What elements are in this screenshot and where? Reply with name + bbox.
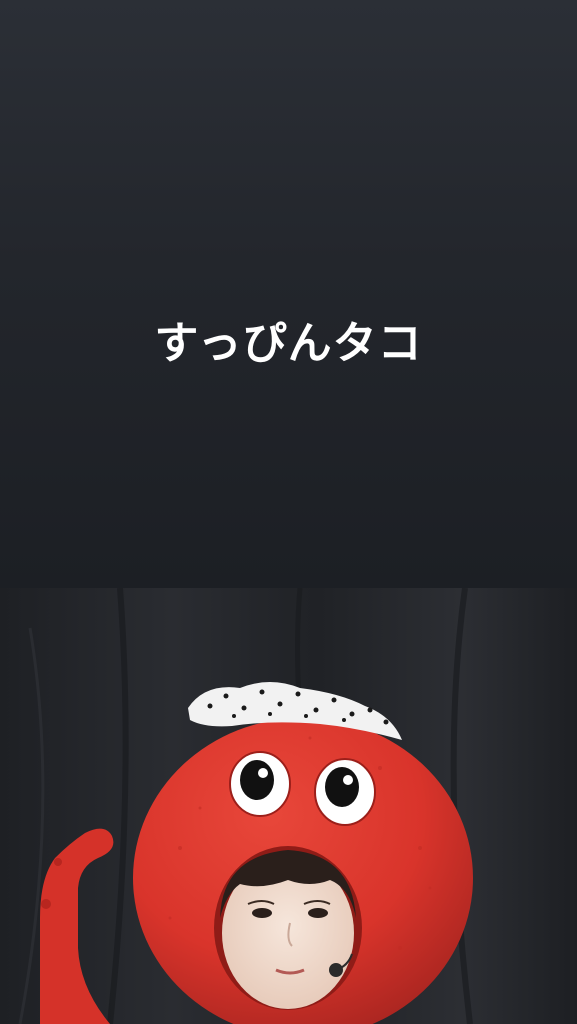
tentacle-sucker [54, 858, 62, 866]
tentacle-sucker [41, 899, 51, 909]
story-caption: すっぴんタコ [154, 318, 423, 369]
story-view: すっぴんタコ [0, 0, 577, 1024]
person-left-eye [252, 908, 272, 918]
right-pupil [325, 767, 359, 807]
person-right-eye [308, 908, 328, 918]
left-pupil [240, 760, 274, 800]
octopus-costume-illustration [0, 588, 577, 1024]
story-photo [0, 588, 577, 1024]
text-card: すっぴんタコ [0, 0, 577, 588]
